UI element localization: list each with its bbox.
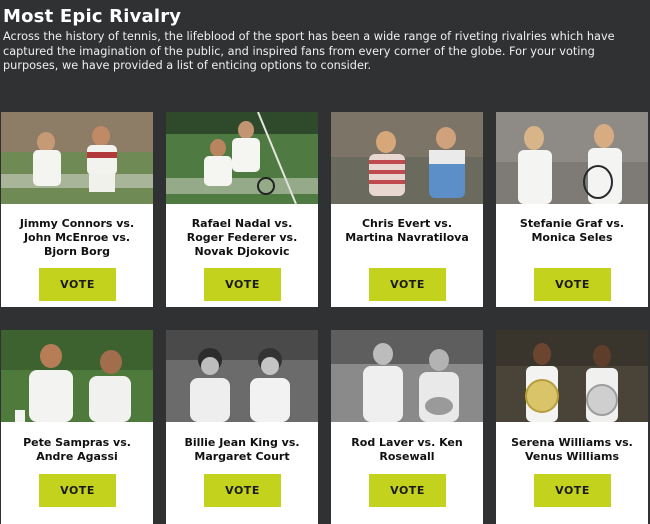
rivalry-card: Chris Evert vs. Martina Navratilova VOTE bbox=[331, 112, 483, 307]
rivalry-name-line: Rafael Nadal vs. bbox=[191, 217, 293, 230]
vote-button-williams-sisters[interactable]: VOTE bbox=[534, 474, 611, 507]
laver-rosewall-photo bbox=[331, 330, 483, 422]
graf-seles-photo bbox=[496, 112, 648, 204]
rivalry-name-line: John McEnroe vs. bbox=[23, 231, 131, 244]
king-court-photo bbox=[166, 330, 318, 422]
rivalry-name-line: Serena Williams vs. bbox=[511, 436, 633, 449]
rivalry-name-line: Monica Seles bbox=[531, 231, 613, 244]
rivalry-name-line: Pete Sampras vs. bbox=[23, 436, 131, 449]
rivalry-names: Billie Jean King vs. Margaret Court bbox=[166, 436, 318, 464]
rivalry-name-line: Andre Agassi bbox=[36, 450, 118, 463]
vote-button-laver-rosewall[interactable]: VOTE bbox=[369, 474, 446, 507]
rivalry-name-line: Venus Williams bbox=[524, 450, 620, 463]
connors-mcenroe-photo bbox=[1, 112, 153, 204]
rivalry-names: Rafael Nadal vs. Roger Federer vs. Novak… bbox=[166, 217, 318, 259]
rivalry-names: Rod Laver vs. Ken Rosewall bbox=[331, 436, 483, 464]
vote-button-king-court[interactable]: VOTE bbox=[204, 474, 281, 507]
rivalry-name-line: Billie Jean King vs. bbox=[184, 436, 300, 449]
rivalry-names: Jimmy Connors vs. John McEnroe vs. Bjorn… bbox=[1, 217, 153, 259]
vote-button-nadal-federer-djokovic[interactable]: VOTE bbox=[204, 268, 281, 301]
rivalry-name-line: Novak Djokovic bbox=[194, 245, 290, 258]
evert-navratilova-photo bbox=[331, 112, 483, 204]
rivalry-card: Rafael Nadal vs. Roger Federer vs. Novak… bbox=[166, 112, 318, 307]
nadal-federer-photo bbox=[166, 112, 318, 204]
rivalry-names: Stefanie Graf vs. Monica Seles bbox=[496, 217, 648, 245]
williams-sisters-photo bbox=[496, 330, 648, 422]
rivalry-name-line: Bjorn Borg bbox=[43, 245, 111, 258]
vote-button-graf-seles[interactable]: VOTE bbox=[534, 268, 611, 301]
rivalry-name-line: Rosewall bbox=[379, 450, 435, 463]
rivalry-name-line: Jimmy Connors vs. bbox=[19, 217, 135, 230]
rivalry-name-line: Margaret Court bbox=[194, 450, 290, 463]
rivalry-card: Stefanie Graf vs. Monica Seles VOTE bbox=[496, 112, 648, 307]
vote-button-evert-navratilova[interactable]: VOTE bbox=[369, 268, 446, 301]
rivalry-card: Jimmy Connors vs. John McEnroe vs. Bjorn… bbox=[1, 112, 153, 307]
vote-button-connors-mcenroe-borg[interactable]: VOTE bbox=[39, 268, 116, 301]
vote-button-sampras-agassi[interactable]: VOTE bbox=[39, 474, 116, 507]
rivalry-card: Pete Sampras vs. Andre Agassi VOTE bbox=[1, 330, 153, 524]
sampras-agassi-photo bbox=[1, 330, 153, 422]
rivalry-name-line: Rod Laver vs. Ken bbox=[351, 436, 463, 449]
rivalry-name-line: Chris Evert vs. bbox=[361, 217, 453, 230]
rivalry-names: Pete Sampras vs. Andre Agassi bbox=[1, 436, 153, 464]
intro-paragraph: Across the history of tennis, the lifebl… bbox=[3, 30, 615, 72]
rivalry-names: Chris Evert vs. Martina Navratilova bbox=[331, 217, 483, 245]
rivalry-name-line: Martina Navratilova bbox=[345, 231, 469, 244]
rivalry-name-line: Stefanie Graf vs. bbox=[519, 217, 625, 230]
rivalry-names: Serena Williams vs. Venus Williams bbox=[496, 436, 648, 464]
rivalry-card: Serena Williams vs. Venus Williams VOTE bbox=[496, 330, 648, 524]
rivalry-card: Rod Laver vs. Ken Rosewall VOTE bbox=[331, 330, 483, 524]
rivalry-name-line: Roger Federer vs. bbox=[186, 231, 298, 244]
rivalry-card: Billie Jean King vs. Margaret Court VOTE bbox=[166, 330, 318, 524]
page-title: Most Epic Rivalry bbox=[3, 6, 182, 27]
